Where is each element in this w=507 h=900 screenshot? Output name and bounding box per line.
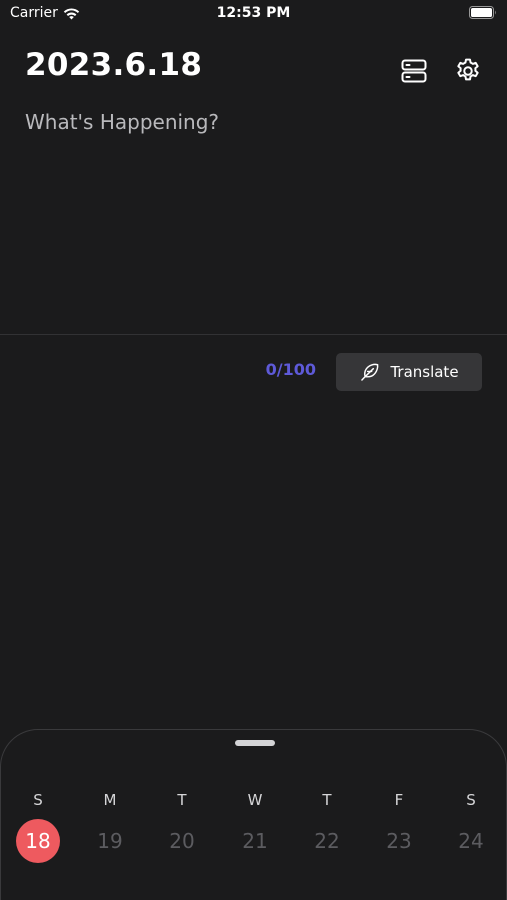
status-bar: Carrier 12:53 PM (0, 0, 507, 30)
day-wednesday-21[interactable]: W 21 (225, 730, 285, 900)
day-number[interactable]: 21 (233, 819, 277, 863)
day-tuesday-20[interactable]: T 20 (152, 730, 212, 900)
day-letter: S (33, 791, 43, 809)
diary-screen: Carrier 12:53 PM 2023.6.18 What's Happen… (0, 0, 507, 900)
translate-label: Translate (390, 363, 459, 381)
day-monday-19[interactable]: M 19 (80, 730, 140, 900)
calendar-sheet: S 18 M 19 T 20 W 21 T 22 F 23 S 24 (0, 729, 507, 900)
translate-button[interactable]: Translate (336, 353, 482, 391)
feather-icon (361, 363, 379, 381)
day-friday-23[interactable]: F 23 (369, 730, 429, 900)
day-sunday-18[interactable]: S 18 (8, 730, 68, 900)
day-letter: T (177, 791, 187, 809)
list-button[interactable] (398, 55, 430, 87)
gear-icon (457, 58, 479, 81)
character-counter: 0/100 (265, 360, 316, 379)
settings-button[interactable] (452, 55, 484, 87)
day-letter: S (466, 791, 476, 809)
day-letter: M (103, 791, 117, 809)
day-saturday-24[interactable]: S 24 (441, 730, 501, 900)
day-number[interactable]: 22 (305, 819, 349, 863)
day-letter: F (394, 791, 404, 809)
day-number[interactable]: 19 (88, 819, 132, 863)
divider (0, 334, 507, 335)
day-letter: T (322, 791, 332, 809)
list-icon (401, 59, 427, 83)
week-row: S 18 M 19 T 20 W 21 T 22 F 23 S 24 (1, 730, 507, 900)
battery-icon (469, 6, 496, 19)
page-title: 2023.6.18 (25, 47, 203, 83)
day-number[interactable]: 24 (449, 819, 493, 863)
day-number[interactable]: 23 (377, 819, 421, 863)
status-time: 12:53 PM (216, 5, 291, 21)
day-thursday-22[interactable]: T 22 (297, 730, 357, 900)
diary-text-input[interactable] (25, 110, 480, 320)
day-number[interactable]: 20 (160, 819, 204, 863)
day-number-selected[interactable]: 18 (16, 819, 60, 863)
day-letter: W (247, 791, 263, 809)
